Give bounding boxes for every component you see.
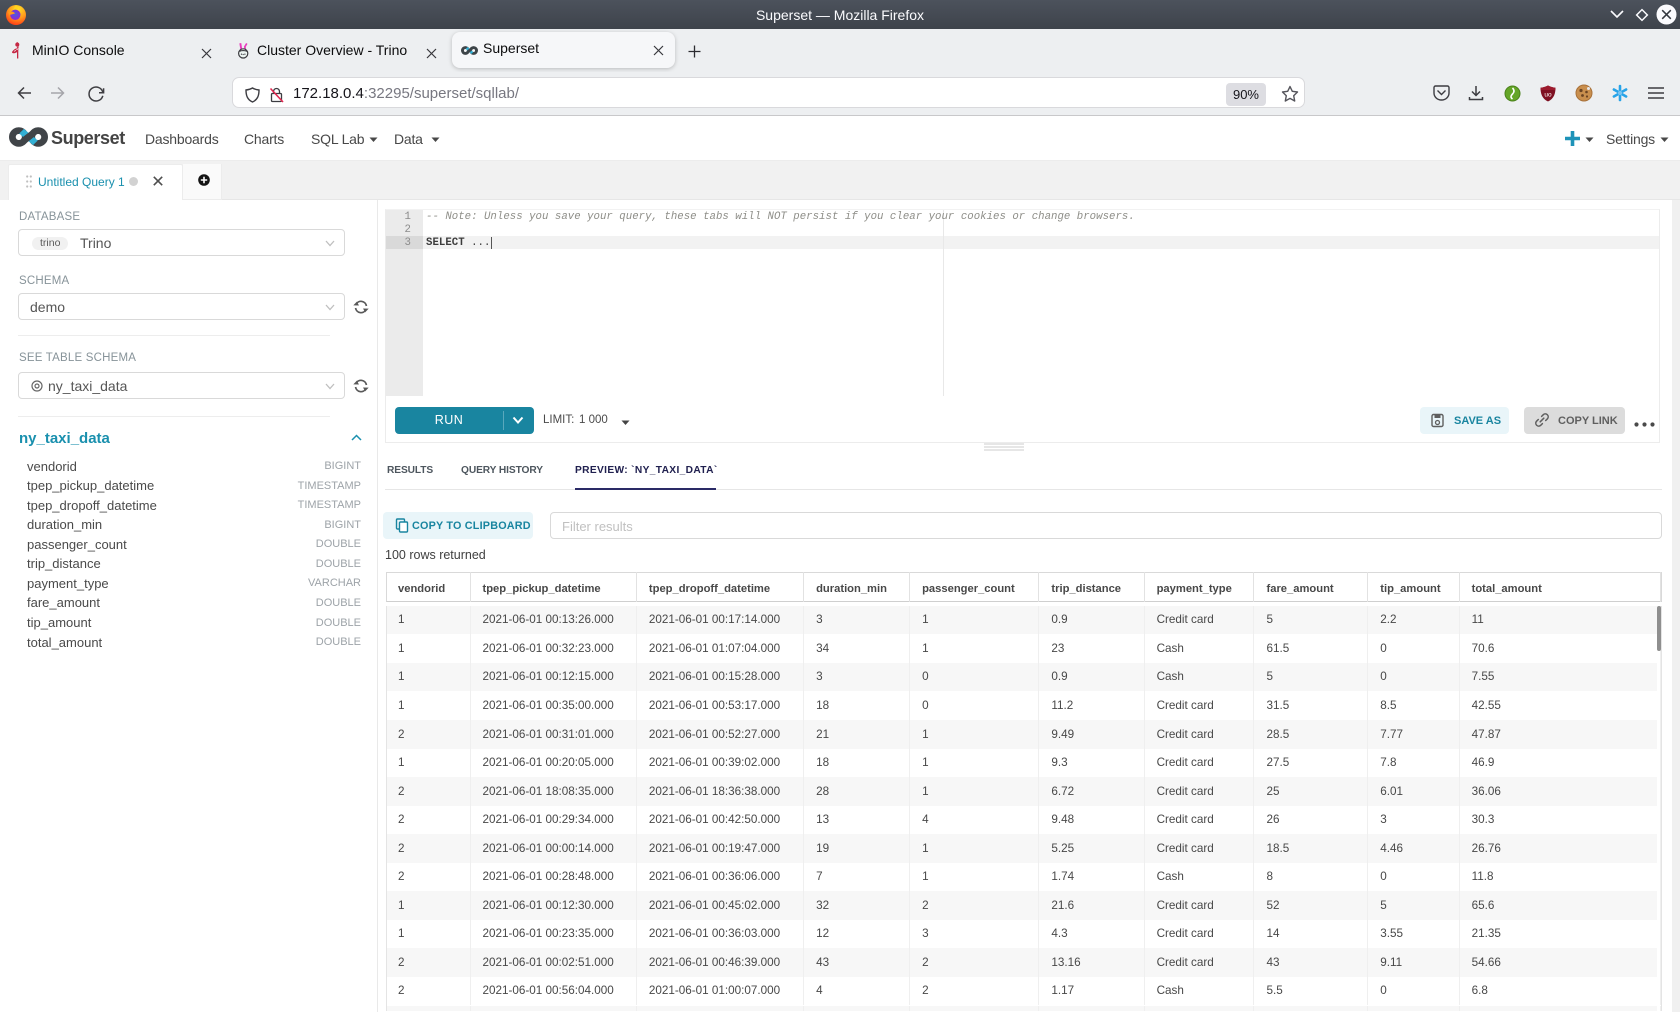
svg-text:uo: uo [1544, 92, 1552, 99]
